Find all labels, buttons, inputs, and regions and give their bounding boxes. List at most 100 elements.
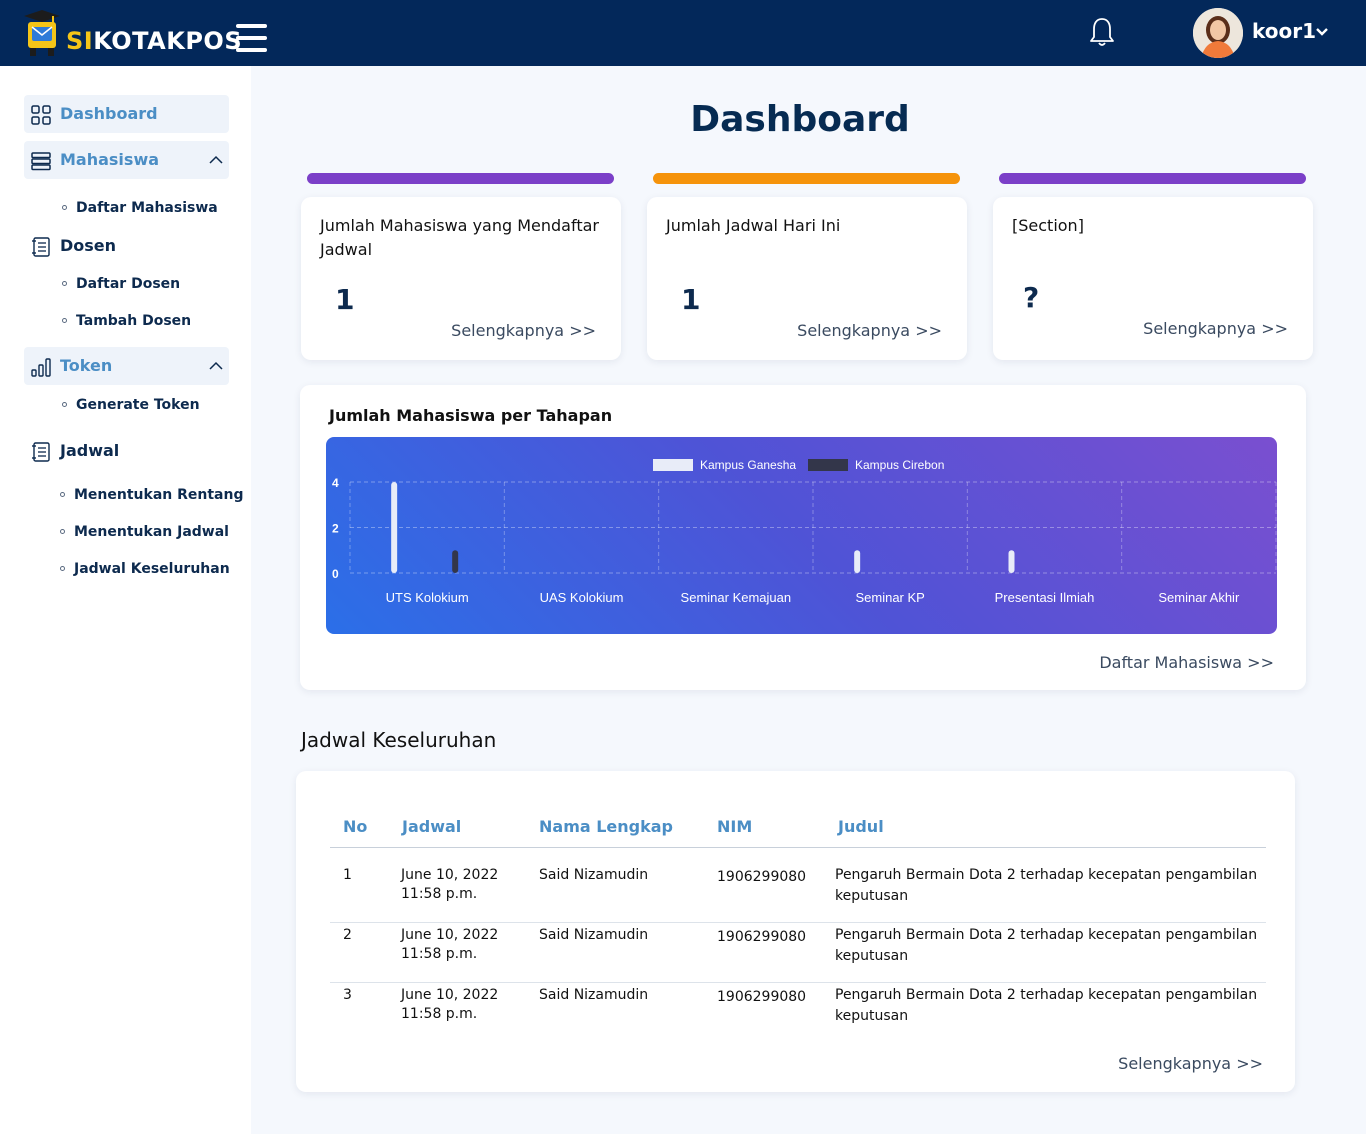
user-avatar[interactable] [1193,8,1243,58]
sidebar-subitem-jadwal-keseluruhan[interactable]: Jadwal Keseluruhan [60,560,230,578]
daftar-mahasiswa-link[interactable]: Daftar Mahasiswa >> [1099,653,1274,673]
y-tick-label: 2 [332,522,339,536]
more-link[interactable]: Selengkapnya >> [1118,1054,1263,1074]
brand-name[interactable]: SIKOTAKPOS [66,26,242,56]
sidebar-subitem-tambah-dosen[interactable]: Tambah Dosen [62,312,191,330]
stat-title: Jumlah Jadwal Hari Ini [666,216,841,235]
stat-title: [Section] [1012,216,1084,235]
cell-judul-cont: keputusan [835,948,909,964]
header-divider [330,847,1266,848]
cell-time: 11:58 p.m. [401,1006,478,1022]
table-row[interactable]: 2 June 10, 2022 11:58 p.m. Said Nizamudi… [330,923,1266,983]
stat-value: ? [1023,281,1040,314]
column-header-nim[interactable]: NIM [717,817,752,837]
cell-name: Said Nizamudin [539,987,649,1003]
stat-card-section: [Section] ? Selengkapnya >> [993,197,1313,360]
column-header-nama[interactable]: Nama Lengkap [539,817,673,837]
more-link[interactable]: Selengkapnya >> [797,321,942,341]
cell-time: 11:58 p.m. [401,886,478,902]
cell-name: Said Nizamudin [539,867,649,883]
bar-kampus-ganesha [1008,550,1015,573]
bar-kampus-cirebon [452,550,459,573]
document-list-icon [32,442,50,462]
sidebar-item-mahasiswa[interactable]: Mahasiswa [24,141,229,179]
sidebar-subitem-daftar-dosen[interactable]: Daftar Dosen [62,275,180,293]
cell-no: 1 [343,867,352,883]
card-accent-bar [999,173,1306,184]
legend-label: Kampus Ganesha [700,458,796,472]
x-tick-label: UTS Kolokium [386,590,469,605]
mailbox-logo-icon [24,10,60,56]
cell-date: June 10, 2022 [401,867,499,883]
sidebar-item-label: Token [60,356,113,375]
chevron-up-icon[interactable] [209,359,223,373]
more-link[interactable]: Selengkapnya >> [1143,319,1288,339]
x-tick-label: Seminar Akhir [1158,590,1240,605]
legend-swatch [653,459,693,471]
cell-name: Said Nizamudin [539,927,649,943]
card-accent-bar [307,173,614,184]
cell-date: June 10, 2022 [401,927,499,943]
cell-judul: Pengaruh Bermain Dota 2 terhadap kecepat… [835,927,1258,943]
sidebar: Dashboard Mahasiswa Daftar Mahasiswa Dos… [0,66,251,1134]
server-icon [31,152,51,171]
sidebar-subitem-generate-token[interactable]: Generate Token [62,396,200,414]
top-navbar: SIKOTAKPOS koor1 [0,0,1366,66]
x-tick-label: Seminar KP [855,590,924,605]
cell-nim: 1906299080 [717,929,807,945]
menu-toggle-icon[interactable] [236,24,267,52]
chevron-down-icon[interactable] [1315,26,1329,38]
schedule-table: No Jadwal Nama Lengkap NIM Judul 1 June … [296,771,1295,1092]
column-header-judul[interactable]: Judul [838,817,884,837]
legend-swatch [808,459,848,471]
cell-nim: 1906299080 [717,989,807,1005]
sidebar-subitem-daftar-mahasiswa[interactable]: Daftar Mahasiswa [62,199,218,217]
sidebar-item-label: Dosen [60,236,117,255]
bar-chart-icon [31,358,51,377]
document-list-icon [32,237,50,257]
cell-nim: 1906299080 [717,869,807,885]
notification-bell-icon[interactable] [1088,16,1116,48]
cell-no: 2 [343,927,352,943]
chevron-up-icon[interactable] [209,153,223,167]
sidebar-item-token[interactable]: Token [24,347,229,385]
stat-title: Jumlah Mahasiswa yang Mendaftar Jadwal [320,216,599,259]
table-row[interactable]: 1 June 10, 2022 11:58 p.m. Said Nizamudi… [330,863,1266,923]
sidebar-item-label: Jadwal [60,441,120,460]
cell-time: 11:58 p.m. [401,946,478,962]
y-tick-label: 4 [332,476,339,490]
cell-judul-cont: keputusan [835,888,909,904]
chart-canvas: 0 2 4 UTS Kolokium UAS Kolokium Seminar Kemaj… [332,458,1277,605]
sidebar-item-jadwal[interactable]: Jadwal [24,432,229,470]
stat-card-today-schedules: Jumlah Jadwal Hari Ini 1 Selengkapnya >> [647,197,967,360]
sidebar-subitem-menentukan-rentang[interactable]: Menentukan Rentang [60,486,243,504]
x-tick-label: Presentasi Ilmiah [995,590,1095,605]
bar-kampus-ganesha [854,550,861,573]
stat-value: 1 [335,283,355,316]
sidebar-item-label: Dashboard [60,104,158,123]
sidebar-item-dosen[interactable]: Dosen [24,227,229,265]
cell-no: 3 [343,987,352,1003]
sidebar-item-dashboard[interactable]: Dashboard [24,95,229,133]
stat-value: 1 [681,283,701,316]
legend-label: Kampus Cirebon [855,458,944,472]
column-header-no[interactable]: No [343,817,367,837]
x-tick-label: UAS Kolokium [540,590,624,605]
card-accent-bar [653,173,960,184]
x-tick-label: Seminar Kemajuan [681,590,792,605]
sidebar-subitem-menentukan-jadwal[interactable]: Menentukan Jadwal [60,523,229,541]
cell-judul: Pengaruh Bermain Dota 2 terhadap kecepat… [835,867,1258,883]
more-link[interactable]: Selengkapnya >> [451,321,596,341]
table-row[interactable]: 3 June 10, 2022 11:58 p.m. Said Nizamudi… [330,983,1266,1043]
page-title: Dashboard [690,99,910,140]
username-label[interactable]: koor1 [1252,19,1316,43]
bar-chart: 0 2 4 UTS Kolokium UAS Kolokium Seminar Kemaj… [326,437,1277,634]
cell-judul: Pengaruh Bermain Dota 2 terhadap kecepat… [835,987,1258,1003]
chart-card: Jumlah Mahasiswa per Tahapan 0 2 4 UTS Kolo… [300,385,1306,690]
stat-card-registered-students: Jumlah Mahasiswa yang Mendaftar Jadwal 1… [301,197,621,360]
bar-kampus-ganesha [391,482,398,573]
column-header-jadwal[interactable]: Jadwal [402,817,461,837]
cell-date: June 10, 2022 [401,987,499,1003]
sidebar-item-label: Mahasiswa [60,150,160,169]
section-title: Jadwal Keseluruhan [301,728,497,752]
